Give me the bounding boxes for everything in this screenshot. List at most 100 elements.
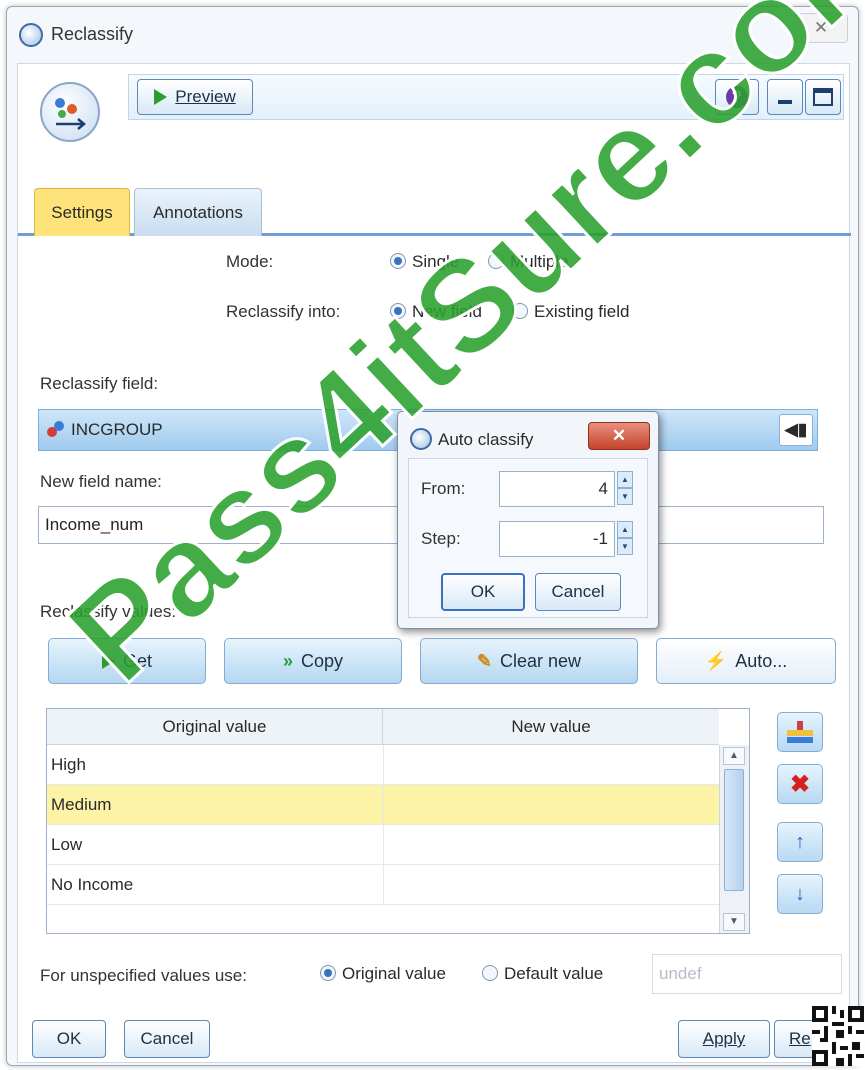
auto-classify-body: From: 4 ▲ ▼ Step: -1 ▲ ▼ OK Cancel [408,458,648,618]
values-table[interactable]: Original value New value High Medium Low… [46,708,750,934]
radio-selected-icon [390,303,406,319]
table-row[interactable]: Low [47,825,719,865]
step-input[interactable]: -1 [499,521,615,557]
mode-multiple-label: Multiple [510,252,569,271]
minimize-icon [778,100,792,104]
reclassify-field-label: Reclassify field: [40,374,159,393]
auto-classify-title: Auto classify [438,430,534,449]
scroll-down-icon[interactable]: ▼ [723,913,745,931]
get-label: Get [122,650,152,671]
tab-settings[interactable]: Settings [34,188,130,236]
new-field-name-label: New field name: [40,472,162,491]
dialog-close-icon[interactable]: ✕ [588,422,650,450]
mode-single-label: Single [412,252,460,271]
lightning-icon: ⚡ [704,650,728,671]
reclassify-window: Reclassify ✕ Preview ? Settings Annotati… [6,6,859,1066]
field-picker-icon[interactable]: ◀▮ [779,414,813,446]
dialog-app-icon [410,428,432,450]
auto-classify-dialog: Auto classify ✕ From: 4 ▲ ▼ Step: -1 ▲ ▼ O… [397,411,659,629]
reclassify-values-label: Reclassify values: [40,602,177,621]
table-header: Original value New value [47,709,719,745]
apply-button[interactable]: Apply [678,1020,770,1058]
radio-icon [482,965,498,981]
radio-icon [488,253,504,269]
new-field-radio[interactable]: New field [390,302,482,322]
spin-down-icon[interactable]: ▼ [617,538,633,555]
mode-label: Mode: [226,252,274,271]
spin-up-icon[interactable]: ▲ [617,521,633,538]
get-button[interactable]: Get [48,638,206,684]
spin-down-icon[interactable]: ▼ [617,488,633,505]
cell-divider [383,865,384,905]
table-row[interactable]: High [47,745,719,785]
dialog-cancel-button[interactable]: Cancel [535,573,621,611]
original-value-radio[interactable]: Original value [320,964,446,984]
mode-single-radio[interactable]: Single [390,252,459,272]
default-value-label: Default value [504,964,604,983]
tab-annotations[interactable]: Annotations [134,188,262,236]
close-icon[interactable]: ✕ [794,13,848,43]
default-value-input[interactable] [652,954,842,994]
radio-selected-icon [390,253,406,269]
move-up-button[interactable]: ↑ [777,822,823,862]
title-bar: Reclassify ✕ [7,7,858,63]
original-value-cell: Medium [51,795,112,814]
preview-label: Preview [175,87,236,106]
play-icon [154,89,168,105]
insert-row-icon [787,721,813,743]
reclassify-field-value: INCGROUP [71,420,163,439]
play-icon [101,653,115,669]
column-header-original[interactable]: Original value [47,709,383,745]
tab-bar: Settings Annotations [18,184,851,236]
arrow-down-icon: ↓ [795,882,805,905]
clear-new-button[interactable]: ✎ Clear new [420,638,638,684]
existing-field-radio[interactable]: Existing field [512,302,629,322]
delete-icon: ✖ [789,770,811,798]
copy-label: Copy [300,650,344,671]
preview-button[interactable]: Preview [137,79,253,115]
step-label: Step: [421,529,461,548]
scroll-thumb[interactable] [724,769,744,891]
scroll-up-icon[interactable]: ▲ [723,747,745,765]
cell-divider [383,745,384,785]
ok-button[interactable]: OK [32,1020,106,1058]
app-icon [19,23,43,47]
qr-code-icon [812,1006,864,1066]
original-value-cell: High [51,755,86,774]
maximize-button[interactable] [805,79,841,115]
dialog-ok-button[interactable]: OK [441,573,525,611]
maximize-icon [813,88,833,106]
existing-field-label: Existing field [534,302,630,321]
cell-divider [383,785,384,825]
step-spinner[interactable]: ▲ ▼ [617,521,633,557]
move-down-button[interactable]: ↓ [777,874,823,914]
toolbar: Preview ? [128,74,844,120]
original-value-label: Original value [342,964,446,983]
radio-selected-icon [320,965,336,981]
unspecified-values-label: For unspecified values use: [40,966,247,985]
reclassify-into-label: Reclassify into: [226,302,341,321]
minimize-button[interactable] [767,79,803,115]
original-value-cell: Low [51,835,83,854]
from-input[interactable]: 4 [499,471,615,507]
table-scrollbar[interactable]: ▲ ▼ [719,745,749,933]
help-button[interactable]: ? [715,79,759,115]
clear-new-label: Clear new [500,650,582,671]
from-label: From: [421,479,466,498]
table-row[interactable]: No Income [47,865,719,905]
copy-button[interactable]: » Copy [224,638,402,684]
window-title: Reclassify [51,24,134,44]
auto-button[interactable]: ⚡ Auto... [656,638,836,684]
table-row-selected[interactable]: Medium [47,785,719,825]
default-value-radio[interactable]: Default value [482,964,603,984]
mode-multiple-radio[interactable]: Multiple [488,252,569,272]
from-spinner[interactable]: ▲ ▼ [617,471,633,507]
insert-row-button[interactable] [777,712,823,752]
spin-up-icon[interactable]: ▲ [617,471,633,488]
field-type-icon [47,421,65,439]
column-header-new[interactable]: New value [383,709,719,745]
cancel-button[interactable]: Cancel [124,1020,210,1058]
help-icon: ? [726,86,748,108]
delete-row-button[interactable]: ✖ [777,764,823,804]
radio-icon [512,303,528,319]
